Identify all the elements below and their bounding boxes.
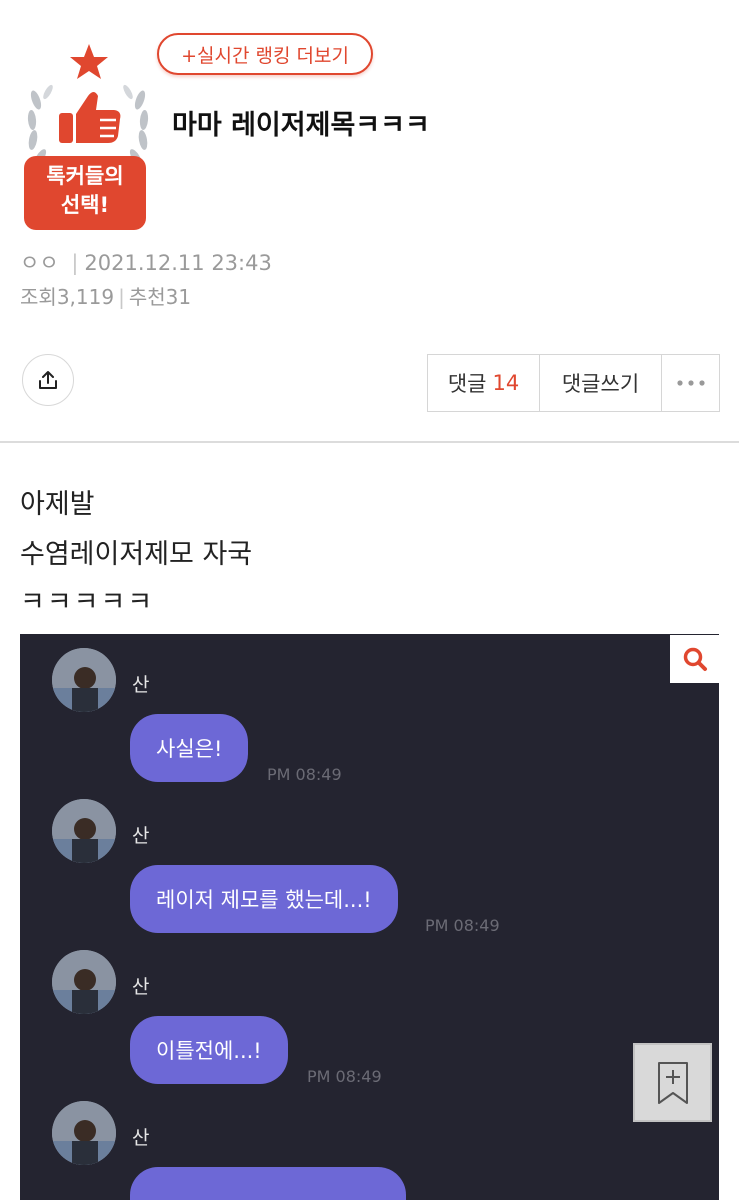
realtime-ranking-button[interactable]: +실시간 랭킹 더보기 bbox=[157, 33, 373, 75]
avatar bbox=[52, 950, 116, 1014]
avatar bbox=[52, 648, 116, 712]
share-icon bbox=[39, 371, 57, 389]
post-title: 마마 레이저제목ㅋㅋㅋ bbox=[172, 110, 430, 141]
more-dots-icon bbox=[676, 380, 705, 386]
post-meta-stats: 조회3,119 | 추천31 bbox=[20, 285, 192, 309]
post-header: 톡커들의 선택! +실시간 랭킹 더보기 마마 레이저제목ㅋㅋㅋ bbox=[0, 0, 739, 230]
comments-button[interactable]: 댓글 14 bbox=[427, 354, 540, 412]
more-options-button[interactable] bbox=[662, 354, 720, 412]
comments-label: 댓글 bbox=[447, 372, 487, 396]
chat-bubble: 레이저 제모를 했는데...! bbox=[130, 865, 398, 933]
views-count: 3,119 bbox=[56, 285, 115, 309]
section-divider bbox=[0, 441, 739, 443]
chat-screenshot-image: 산 사실은! PM 08:49 산 레이저 제모를 했는데...! PM 08:… bbox=[20, 634, 719, 1200]
chat-bubble: 사실은! bbox=[130, 714, 249, 782]
avatar bbox=[52, 1101, 116, 1165]
post-meta-author-date: ㅇㅇ | 2021.12.11 23:43 bbox=[20, 251, 272, 275]
post-body-line: ㅋㅋㅋㅋㅋ bbox=[20, 587, 155, 618]
chat-bubble: 이틀전에...! bbox=[130, 1016, 288, 1084]
recommend-label: 추천 bbox=[128, 285, 166, 309]
talkers-choice-badge: 톡커들의 선택! bbox=[22, 40, 154, 232]
comments-count: 14 bbox=[492, 371, 520, 395]
sender-name: 산 bbox=[132, 674, 150, 696]
sender-name: 산 bbox=[132, 825, 150, 847]
message-time: PM 08:49 bbox=[425, 916, 500, 935]
views-label: 조회 bbox=[20, 285, 57, 309]
post-date: 2021.12.11 23:43 bbox=[84, 251, 272, 275]
badge-text-line1: 톡커들의 bbox=[46, 164, 124, 188]
message-time: PM 08:49 bbox=[267, 765, 342, 784]
share-button[interactable] bbox=[22, 354, 74, 406]
chat-bubble bbox=[130, 1167, 406, 1200]
recommend-count: 31 bbox=[165, 285, 192, 309]
image-zoom-button[interactable] bbox=[670, 635, 719, 683]
thumbs-up-icon bbox=[59, 92, 121, 143]
post-action-buttons: 댓글 14 댓글쓰기 bbox=[427, 354, 720, 412]
badge-text-line2: 선택! bbox=[60, 193, 110, 217]
sender-name: 산 bbox=[132, 1127, 150, 1149]
author-name: ㅇㅇ bbox=[20, 251, 59, 275]
write-comment-button[interactable]: 댓글쓰기 bbox=[540, 354, 662, 412]
post-body-line: 수염레이저제모 자국 bbox=[20, 539, 253, 570]
search-icon bbox=[683, 647, 707, 671]
bookmark-add-icon bbox=[657, 1061, 688, 1104]
bookmark-button[interactable] bbox=[633, 1043, 712, 1122]
avatar bbox=[52, 799, 116, 863]
message-time: PM 08:49 bbox=[307, 1067, 382, 1086]
sender-name: 산 bbox=[132, 976, 150, 998]
post-body-line: 아제발 bbox=[20, 489, 95, 520]
